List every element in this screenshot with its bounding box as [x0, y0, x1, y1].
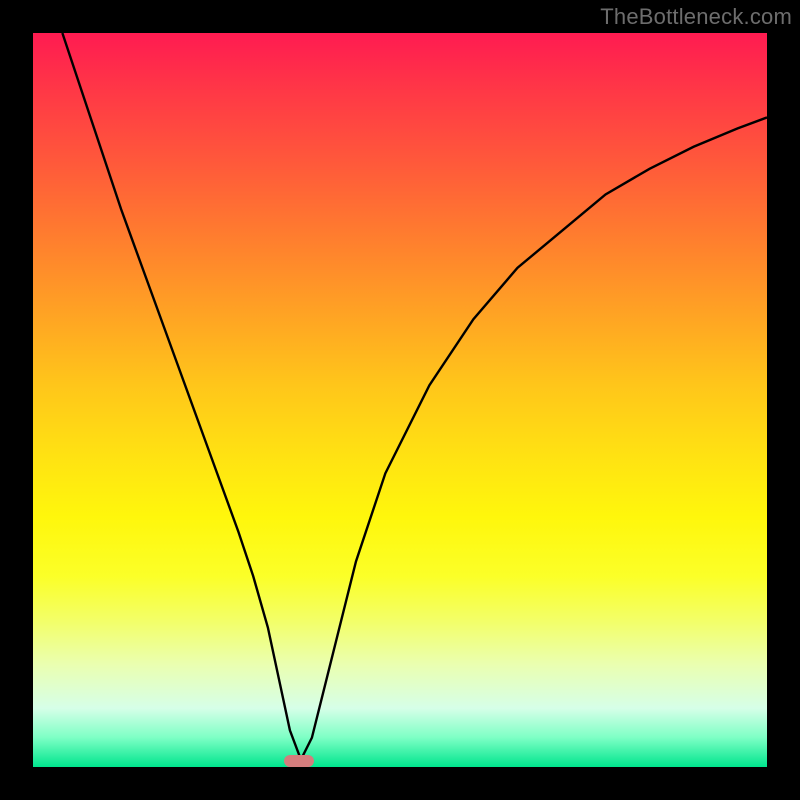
- bottleneck-curve: [62, 33, 767, 760]
- chart-frame: TheBottleneck.com: [0, 0, 800, 800]
- watermark-text: TheBottleneck.com: [600, 4, 792, 30]
- curve-svg: [33, 33, 767, 767]
- plot-area: [33, 33, 767, 767]
- optimal-point-marker: [284, 755, 314, 767]
